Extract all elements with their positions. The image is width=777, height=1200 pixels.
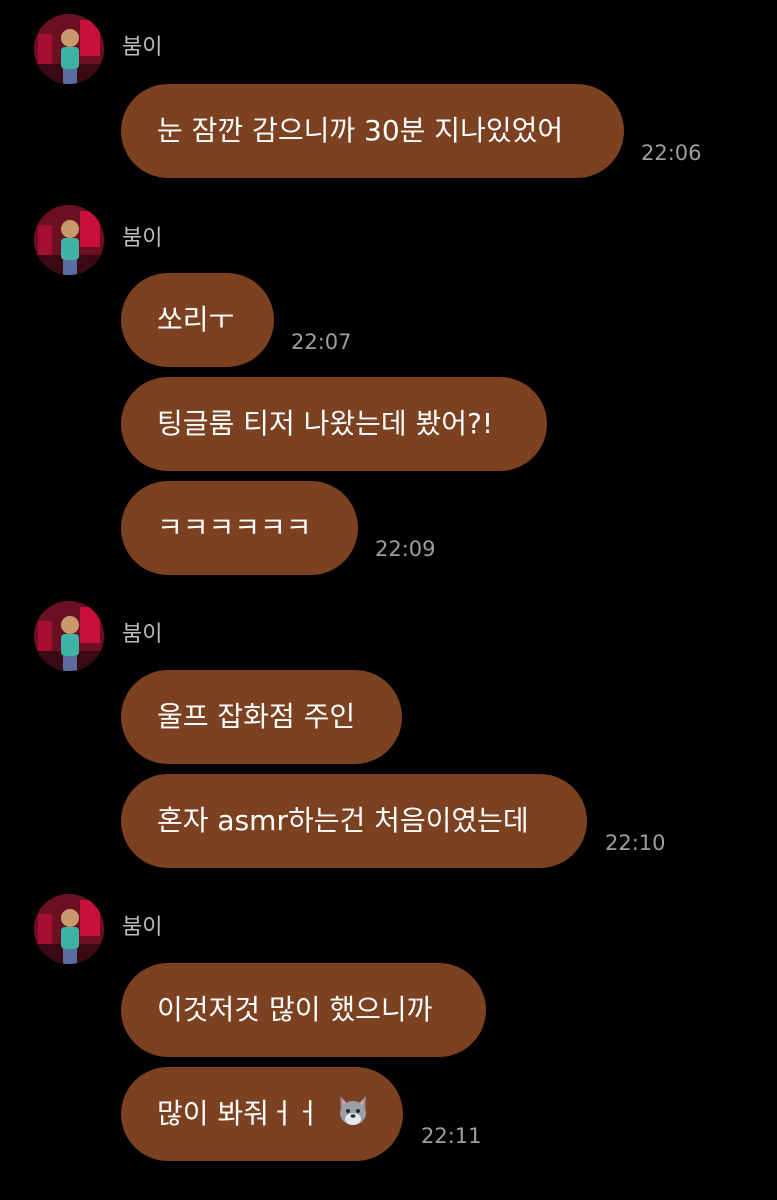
message-bubble[interactable]: 이것저것 많이 했으니까	[121, 963, 486, 1057]
message-text: 많이 봐줘ㅓㅓ	[157, 1097, 321, 1130]
message-text: 쏘리ㅜ	[157, 303, 235, 336]
timestamp: 22:07	[291, 330, 352, 354]
message-text: 혼자 asmr하는건 처음이였는데	[157, 804, 529, 837]
sender-name: 붐이	[122, 35, 163, 60]
timestamp: 22:06	[641, 141, 702, 165]
avatar[interactable]	[34, 894, 104, 964]
avatar[interactable]	[34, 14, 104, 84]
sender-name: 붐이	[122, 622, 163, 647]
avatar[interactable]	[34, 205, 104, 275]
sender-name: 붐이	[122, 226, 163, 251]
message-text: 눈 잠깐 감으니까 30분 지나있었어	[157, 114, 564, 147]
timestamp: 22:10	[605, 831, 666, 855]
timestamp: 22:11	[421, 1124, 482, 1148]
message-text: ㅋㅋㅋㅋㅋㅋ	[157, 511, 312, 544]
message-text: 이것저것 많이 했으니까	[157, 993, 433, 1026]
message-bubble[interactable]: 팅글룸 티저 나왔는데 봤어?!	[121, 377, 547, 471]
message-bubble[interactable]: 눈 잠깐 감으니까 30분 지나있었어	[121, 84, 624, 178]
message-text: 팅글룸 티저 나왔는데 봤어?!	[157, 407, 494, 440]
timestamp: 22:09	[375, 537, 436, 561]
message-bubble[interactable]: ㅋㅋㅋㅋㅋㅋ	[121, 481, 358, 575]
message-bubble[interactable]: 울프 잡화점 주인	[121, 670, 402, 764]
message-text: 울프 잡화점 주인	[157, 700, 356, 733]
wolf-emoji-icon	[335, 1073, 371, 1125]
message-bubble[interactable]: 많이 봐줘ㅓㅓ	[121, 1067, 403, 1161]
avatar[interactable]	[34, 601, 104, 671]
message-bubble[interactable]: 쏘리ㅜ	[121, 273, 274, 367]
message-bubble[interactable]: 혼자 asmr하는건 처음이였는데	[121, 774, 587, 868]
sender-name: 붐이	[122, 915, 163, 940]
